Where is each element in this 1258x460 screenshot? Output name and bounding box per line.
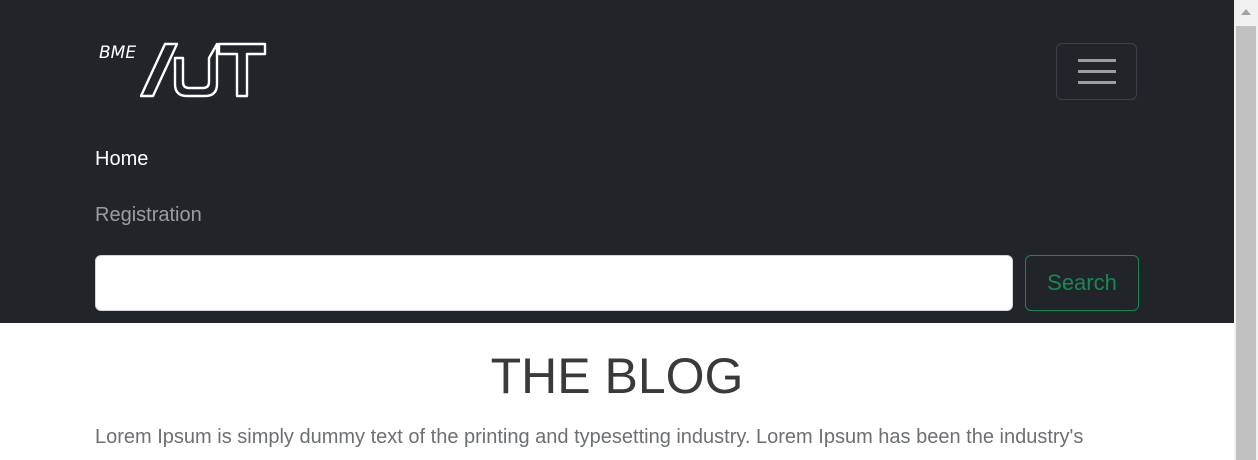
hamburger-icon [1077, 58, 1116, 84]
scrollbar-thumb[interactable] [1236, 26, 1256, 460]
vertical-scrollbar[interactable] [1234, 0, 1258, 460]
triangle-up-icon [1241, 9, 1251, 15]
navbar-toggler-button[interactable] [1056, 43, 1137, 100]
nav-link-registration[interactable]: Registration [95, 204, 202, 227]
page-title: THE BLOG [490, 348, 744, 404]
bme-aut-logo-icon: BME [99, 42, 267, 98]
nav-link-home[interactable]: Home [95, 148, 148, 171]
search-input[interactable] [95, 255, 1013, 311]
logo-bme-text: BME [99, 43, 136, 63]
scroll-up-arrow-icon[interactable] [1234, 0, 1258, 24]
navbar: BME Home Registration Search [0, 0, 1234, 323]
blog-intro-text: Lorem Ipsum is simply dummy text of the … [95, 426, 1084, 448]
page: BME Home Registration Search THE BLOG Lo… [0, 0, 1234, 460]
logo[interactable]: BME [97, 38, 267, 100]
search-button[interactable]: Search [1025, 255, 1139, 311]
logo-aut-mark [139, 42, 267, 98]
